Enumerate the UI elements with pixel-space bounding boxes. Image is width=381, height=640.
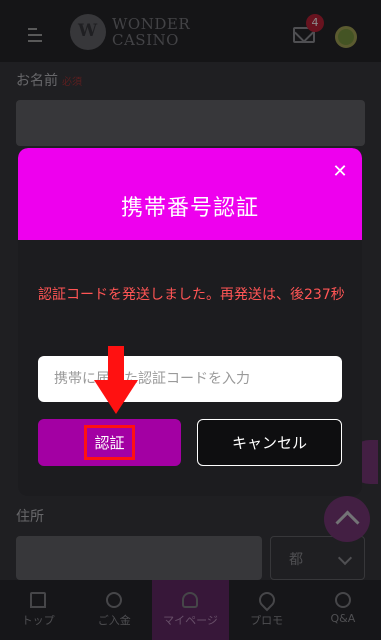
phone-verification-modal: 携帯番号認証 ✕ 認証コードを発送しました。再発送は、後237秒 認証 キャンセ…: [18, 148, 362, 496]
modal-title: 携帯番号認証: [120, 196, 259, 221]
verify-highlight: 認証: [84, 425, 135, 460]
resend-countdown-message: 認証コードを発送しました。再発送は、後237秒: [38, 287, 345, 303]
close-icon[interactable]: ✕: [330, 162, 350, 182]
cancel-button[interactable]: キャンセル: [197, 419, 342, 466]
verification-code-input[interactable]: [38, 356, 342, 402]
modal-header: 携帯番号認証 ✕: [18, 148, 362, 240]
annotation-arrow-icon: [94, 346, 138, 414]
verify-button[interactable]: 認証: [38, 419, 181, 466]
